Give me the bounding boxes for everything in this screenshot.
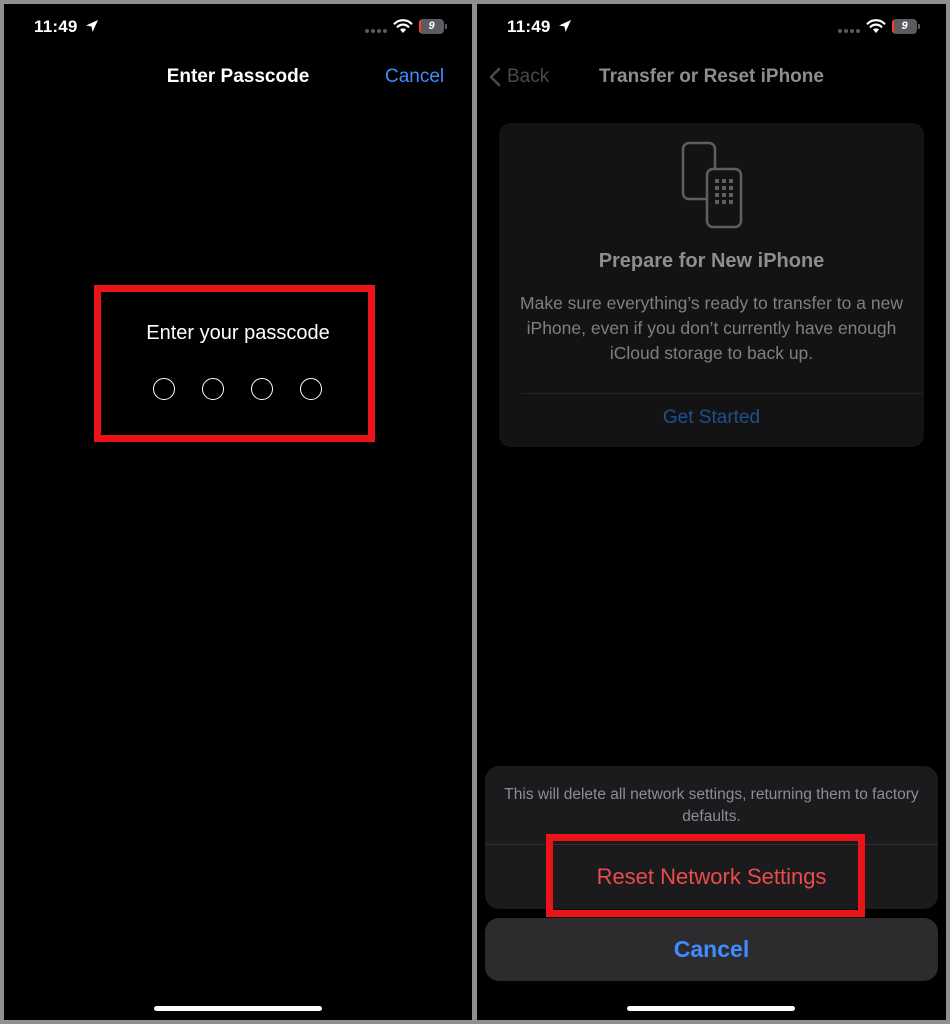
wifi-icon (393, 19, 413, 33)
status-bar: 11:49 9 (477, 4, 946, 52)
phones-transfer-icon (681, 141, 743, 229)
home-indicator[interactable] (627, 1006, 795, 1011)
status-bar: 11:49 9 (4, 4, 472, 52)
card-title: Prepare for New iPhone (598, 250, 825, 272)
wifi-icon (866, 19, 886, 33)
card-description: Make sure everything’s ready to transfer… (520, 293, 903, 363)
home-indicator[interactable] (154, 1006, 322, 1011)
page-title: Transfer or Reset iPhone (599, 66, 824, 87)
battery-icon: 9 (892, 19, 920, 34)
cancel-button[interactable]: Cancel (485, 918, 938, 981)
location-arrow-icon (86, 20, 98, 32)
divider (521, 393, 924, 394)
cellular-dots-icon (838, 29, 860, 33)
get-started-button[interactable]: Get Started (499, 407, 924, 429)
battery-body: 9 (892, 19, 917, 34)
location-arrow-icon (559, 20, 571, 32)
battery-cap (918, 24, 920, 29)
cellular-dots-icon (365, 29, 387, 33)
battery-body: 9 (419, 19, 444, 34)
action-sheet-message: This will delete all network settings, r… (504, 786, 919, 825)
highlight-annotation (94, 285, 375, 442)
passcode-screen: 11:49 9 Enter Passcode Cancel Enter your… (4, 4, 472, 1020)
battery-cap (445, 24, 447, 29)
status-time: 11:49 (507, 17, 551, 36)
status-time: 11:49 (34, 17, 78, 36)
prepare-card: Prepare for New iPhone Make sure everyth… (499, 123, 924, 447)
battery-percent: 9 (428, 20, 435, 32)
reset-screen: 11:49 9 Back Transfer or Reset iPhone Pr… (477, 4, 946, 1020)
battery-percent: 9 (901, 20, 908, 32)
cancel-button[interactable]: Cancel (385, 66, 444, 88)
battery-icon: 9 (419, 19, 447, 34)
highlight-annotation (546, 834, 865, 917)
